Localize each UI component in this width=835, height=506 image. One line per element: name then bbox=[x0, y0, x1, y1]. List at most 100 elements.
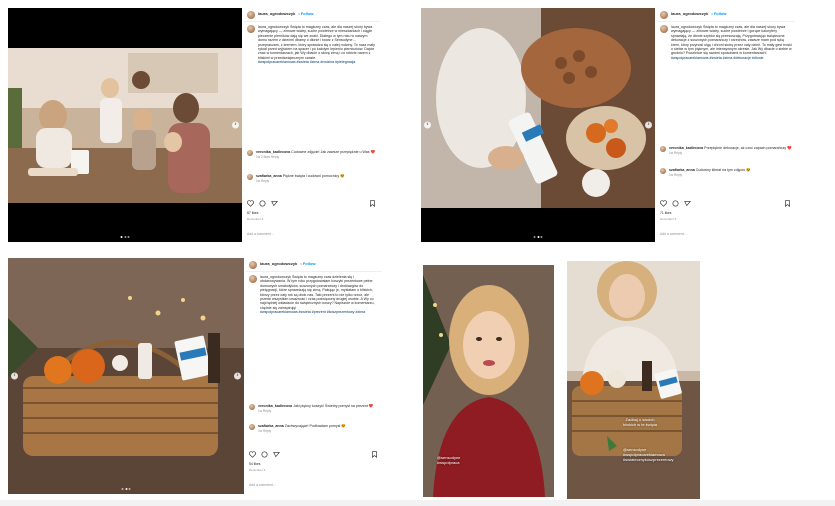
prev-arrow-icon[interactable]: ‹ bbox=[424, 121, 431, 129]
caption-hashtags[interactable]: #wspolpracareklamowa #swieta #zima #rodz… bbox=[258, 60, 355, 64]
post-1: › laura_ogrodowczyk • Follow laura_ogrod… bbox=[8, 8, 380, 244]
avatar[interactable] bbox=[660, 146, 666, 152]
caption-text: laura_ogrodowczyk Święta to magiczny cza… bbox=[260, 275, 375, 310]
caption-hashtags[interactable]: #wspolpracareklamowa #swieta #zima #deko… bbox=[671, 56, 764, 60]
story-2[interactable]: Zadbaj o swoich bliskich w te święta @se… bbox=[567, 261, 700, 499]
share-icon[interactable] bbox=[271, 200, 278, 207]
bottom-scrollbar[interactable] bbox=[0, 500, 835, 506]
post-3: ‹ › laura_ogrodowczyk • Follow laura_ogr… bbox=[8, 258, 382, 494]
comment: veronika_kadlecova Przepiękne dekoracje,… bbox=[657, 144, 795, 158]
add-comment-input[interactable]: Add a comment… bbox=[247, 232, 274, 236]
avatar[interactable] bbox=[249, 260, 257, 269]
story-1[interactable]: @sensodyne #wspolpraca bbox=[423, 265, 554, 497]
post-2-sidebar: laura_ogrodowczyk • Follow laura_ogrodow… bbox=[657, 8, 795, 244]
caption: laura_ogrodowczyk Święta to magiczny cza… bbox=[246, 272, 382, 318]
bookmark-icon[interactable] bbox=[369, 200, 376, 207]
comment-username[interactable]: veronika_kadlecova bbox=[669, 146, 703, 150]
comment-text: Cudowne zdjęcie! Jak zawsze przepięknie … bbox=[291, 150, 376, 154]
comment-icon[interactable] bbox=[261, 451, 268, 458]
avatar[interactable] bbox=[247, 174, 253, 180]
follow-button[interactable]: • Follow bbox=[300, 261, 315, 266]
avatar[interactable] bbox=[247, 25, 255, 33]
follow-button[interactable]: • Follow bbox=[711, 11, 726, 16]
next-arrow-icon[interactable]: › bbox=[645, 121, 652, 129]
avatar[interactable] bbox=[249, 424, 255, 430]
prev-arrow-icon[interactable]: ‹ bbox=[11, 372, 18, 380]
story-mentions: @sensodyne #wspolpracareklamowa #swiatec… bbox=[623, 447, 673, 462]
next-arrow-icon[interactable]: › bbox=[234, 372, 241, 380]
comment-text: Jaki piękny koszyk! Świetny pomysł na pr… bbox=[293, 404, 374, 408]
avatar[interactable] bbox=[249, 404, 255, 410]
mention[interactable]: #swiatecznykoszprezentowy bbox=[623, 457, 673, 462]
story-caption: Zadbaj o swoich bliskich w te święta bbox=[623, 417, 657, 427]
post-2-photo[interactable]: ‹ › bbox=[421, 8, 655, 242]
action-bar bbox=[660, 200, 691, 207]
add-comment-input[interactable]: Add a comment… bbox=[660, 232, 687, 236]
follow-button[interactable]: • Follow bbox=[298, 11, 313, 16]
caption-text: laura_ogrodowczyk Święta to magiczny cza… bbox=[258, 25, 375, 60]
comment-username[interactable]: veronika_kadlecova bbox=[258, 404, 292, 408]
carousel-dots bbox=[533, 236, 543, 238]
share-icon[interactable] bbox=[273, 451, 280, 458]
avatar[interactable] bbox=[660, 10, 668, 19]
bookmark-icon[interactable] bbox=[784, 200, 791, 207]
add-comment-input[interactable]: Add a comment… bbox=[249, 483, 276, 487]
likes-count[interactable]: 71 likes bbox=[660, 211, 672, 215]
post-3-sidebar: laura_ogrodowczyk • Follow laura_ogrodow… bbox=[246, 258, 382, 494]
action-bar bbox=[249, 451, 280, 458]
comment-meta: 1w Reply bbox=[258, 429, 272, 434]
comment: szafiarka_anna Piękne święta i cudowni p… bbox=[244, 172, 380, 186]
caption: laura_ogrodowczyk Święta to magiczny cza… bbox=[244, 22, 380, 68]
heart-icon[interactable] bbox=[247, 200, 254, 207]
post-date: December 3 bbox=[249, 468, 266, 472]
comment-username[interactable]: szafiarka_anna bbox=[258, 424, 284, 428]
carousel-dots bbox=[121, 488, 131, 490]
post-header: laura_ogrodowczyk • Follow bbox=[246, 258, 382, 272]
comment-text: Przepiękne dekoracje, aż czuć zapach pom… bbox=[704, 146, 792, 150]
post-header: laura_ogrodowczyk • Follow bbox=[657, 8, 795, 22]
comment-icon[interactable] bbox=[259, 200, 266, 207]
post-header: laura_ogrodowczyk • Follow bbox=[244, 8, 380, 22]
comment: szafiarka_anna Cudowny klimat na tym zdj… bbox=[657, 166, 795, 180]
heart-icon[interactable] bbox=[660, 200, 667, 207]
mention[interactable]: #wspolpraca bbox=[437, 460, 460, 465]
caption-hashtags[interactable]: #wspolpracareklamowa #swieta #prezent #k… bbox=[260, 310, 365, 314]
comment: veronika_kadlecova Jaki piękny koszyk! Ś… bbox=[246, 402, 382, 416]
caption: laura_ogrodowczyk Święta to magiczny cza… bbox=[657, 22, 795, 63]
likes-count[interactable]: 54 likes bbox=[249, 462, 261, 466]
action-bar bbox=[247, 200, 278, 207]
comment-username[interactable]: szafiarka_anna bbox=[256, 174, 282, 178]
next-arrow-icon[interactable]: › bbox=[232, 121, 239, 129]
share-icon[interactable] bbox=[684, 200, 691, 207]
avatar[interactable] bbox=[247, 150, 253, 156]
comment-text: Zachwycające! Podkradam pomysł 😍 bbox=[284, 424, 346, 428]
story-mentions: @sensodyne #wspolpraca bbox=[437, 455, 460, 465]
gift-basket-image bbox=[8, 258, 244, 494]
comment-username[interactable]: veronika_kadlecova bbox=[256, 150, 290, 154]
oranges-decor-image bbox=[421, 8, 655, 242]
comment-meta: 1w Reply bbox=[669, 151, 683, 156]
username[interactable]: laura_ogrodowczyk bbox=[260, 261, 297, 266]
caption-text: laura_ogrodowczyk Święta to magiczny cza… bbox=[671, 25, 792, 56]
comment-text: Cudowny klimat na tym zdjęciu 😍 bbox=[695, 168, 751, 172]
post-3-photo[interactable]: ‹ › bbox=[8, 258, 244, 494]
post-2: ‹ › laura_ogrodowczyk • Follow laura_ogr… bbox=[421, 8, 795, 244]
heart-icon[interactable] bbox=[249, 451, 256, 458]
carousel-dots bbox=[120, 236, 130, 238]
woman-with-basket-image bbox=[567, 261, 700, 499]
post-date: December 8 bbox=[247, 217, 264, 221]
username[interactable]: laura_ogrodowczyk bbox=[258, 11, 295, 16]
post-1-photo[interactable]: › bbox=[8, 8, 242, 242]
comment-meta: 1w Reply bbox=[256, 179, 270, 184]
comment-username[interactable]: szafiarka_anna bbox=[669, 168, 695, 172]
username[interactable]: laura_ogrodowczyk bbox=[671, 11, 708, 16]
family-baking-image bbox=[8, 8, 242, 242]
likes-count[interactable]: 87 likes bbox=[247, 211, 259, 215]
avatar[interactable] bbox=[660, 168, 666, 174]
comment-icon[interactable] bbox=[672, 200, 679, 207]
bookmark-icon[interactable] bbox=[371, 451, 378, 458]
avatar[interactable] bbox=[660, 25, 668, 33]
comment: veronika_kadlecova Cudowne zdjęcie! Jak … bbox=[244, 148, 380, 162]
avatar[interactable] bbox=[247, 10, 255, 19]
avatar[interactable] bbox=[249, 275, 257, 283]
